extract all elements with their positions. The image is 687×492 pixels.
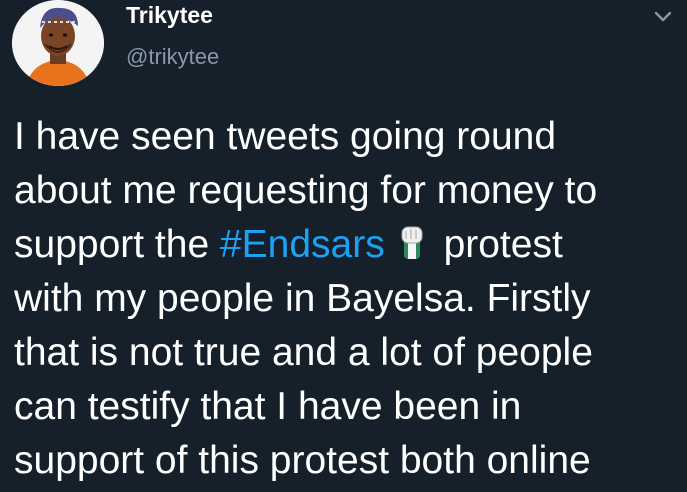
- avatar[interactable]: [12, 0, 104, 86]
- tweet-line-3: support the #Endsars protest: [14, 218, 679, 272]
- tweet-line-4: with my people in Bayelsa. Firstly: [14, 277, 591, 320]
- tweet-text-segment: protest: [432, 223, 563, 266]
- chevron-down-icon[interactable]: [652, 8, 674, 26]
- raised-fist-emoji-icon: [395, 223, 429, 263]
- display-name[interactable]: Trikytee: [126, 2, 213, 29]
- tweet-text: I have seen tweets going round about me …: [14, 110, 679, 488]
- hashtag-endsars-link[interactable]: #Endsars: [220, 223, 385, 266]
- avatar-image: [12, 0, 104, 86]
- tweet-line-7: support of this protest both online: [14, 439, 591, 482]
- tweet-line-5: that is not true and a lot of people: [14, 331, 593, 374]
- tweet-card: Trikytee @trikytee I have seen tweets go…: [0, 0, 687, 492]
- tweet-line-6: can testify that I have been in: [14, 385, 522, 428]
- tweet-line-2: about me requesting for money to: [14, 169, 598, 212]
- user-handle[interactable]: @trikytee: [126, 44, 219, 70]
- tweet-line-1: I have seen tweets going round: [14, 115, 557, 158]
- tweet-text-segment: support the: [14, 223, 220, 266]
